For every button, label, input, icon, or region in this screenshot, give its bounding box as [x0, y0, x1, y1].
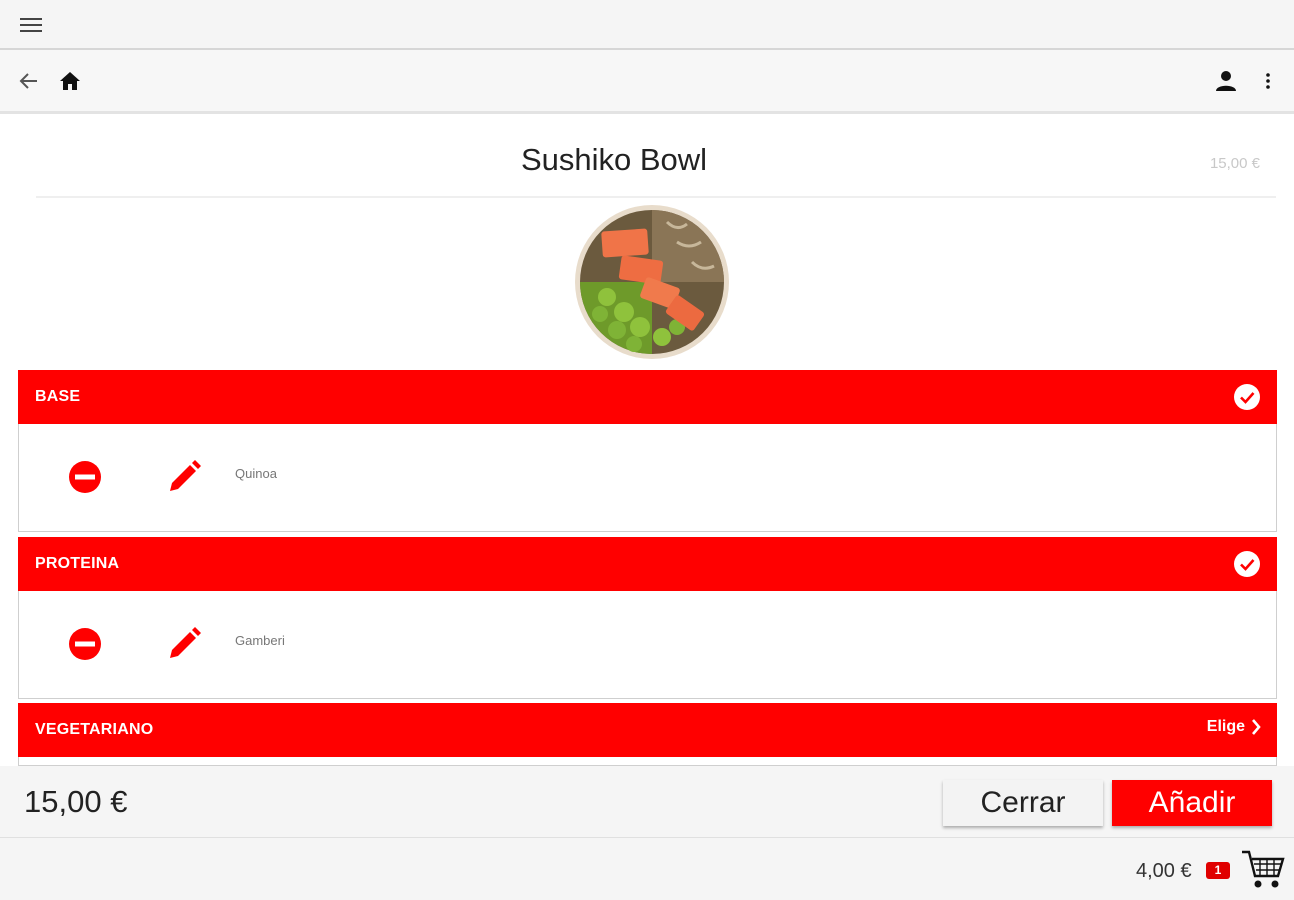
product-title: Sushiko Bowl	[520, 142, 708, 177]
product-price: 15,00 €	[1209, 155, 1260, 172]
chevron-right-icon	[1252, 719, 1261, 735]
choose-label: Elige	[1206, 718, 1245, 735]
cart-footer: 4,00 € 1	[0, 838, 1294, 900]
add-button[interactable]: Añadir	[1112, 780, 1272, 826]
check-circle-icon	[1233, 383, 1261, 411]
section-body-vegetariano	[18, 757, 1277, 766]
section-body-proteina: Gamberi	[18, 591, 1277, 699]
section-label: BASE	[35, 388, 81, 405]
remove-circle-icon[interactable]	[67, 459, 103, 495]
app-top-bar	[0, 0, 1294, 50]
cart-count-badge: 1	[1206, 862, 1230, 879]
edit-pencil-icon[interactable]	[165, 458, 203, 496]
shopping-cart-icon[interactable]	[1240, 848, 1286, 890]
section-label: VEGETARIANO	[35, 721, 154, 738]
product-image	[572, 202, 732, 362]
arrow-left-icon[interactable]	[14, 66, 44, 96]
close-button[interactable]: Cerrar	[943, 780, 1103, 826]
order-total: 15,00 €	[24, 784, 128, 819]
more-vert-icon[interactable]	[1253, 66, 1283, 96]
action-bar: 15,00 € Cerrar Añadir	[0, 766, 1294, 838]
section-header-vegetariano[interactable]: VEGETARIANO Elige	[18, 703, 1277, 757]
person-icon[interactable]	[1211, 66, 1241, 96]
cart-total: 4,00 €	[1136, 860, 1192, 882]
product-header: Sushiko Bowl 15,00 €	[36, 128, 1276, 198]
selected-item-text: Quinoa	[235, 466, 277, 481]
hamburger-icon[interactable]	[14, 12, 48, 38]
edit-pencil-icon[interactable]	[165, 625, 203, 663]
section-body-base: Quinoa	[18, 424, 1277, 532]
remove-circle-icon[interactable]	[67, 626, 103, 662]
navigation-bar	[0, 50, 1294, 114]
home-icon[interactable]	[55, 66, 85, 96]
selected-item-text: Gamberi	[235, 633, 285, 648]
section-label: PROTEINA	[35, 555, 120, 572]
check-circle-icon	[1233, 550, 1261, 578]
section-header-base[interactable]: BASE	[18, 370, 1277, 424]
section-header-proteina[interactable]: PROTEINA	[18, 537, 1277, 591]
choose-link[interactable]: Elige	[1207, 718, 1261, 736]
